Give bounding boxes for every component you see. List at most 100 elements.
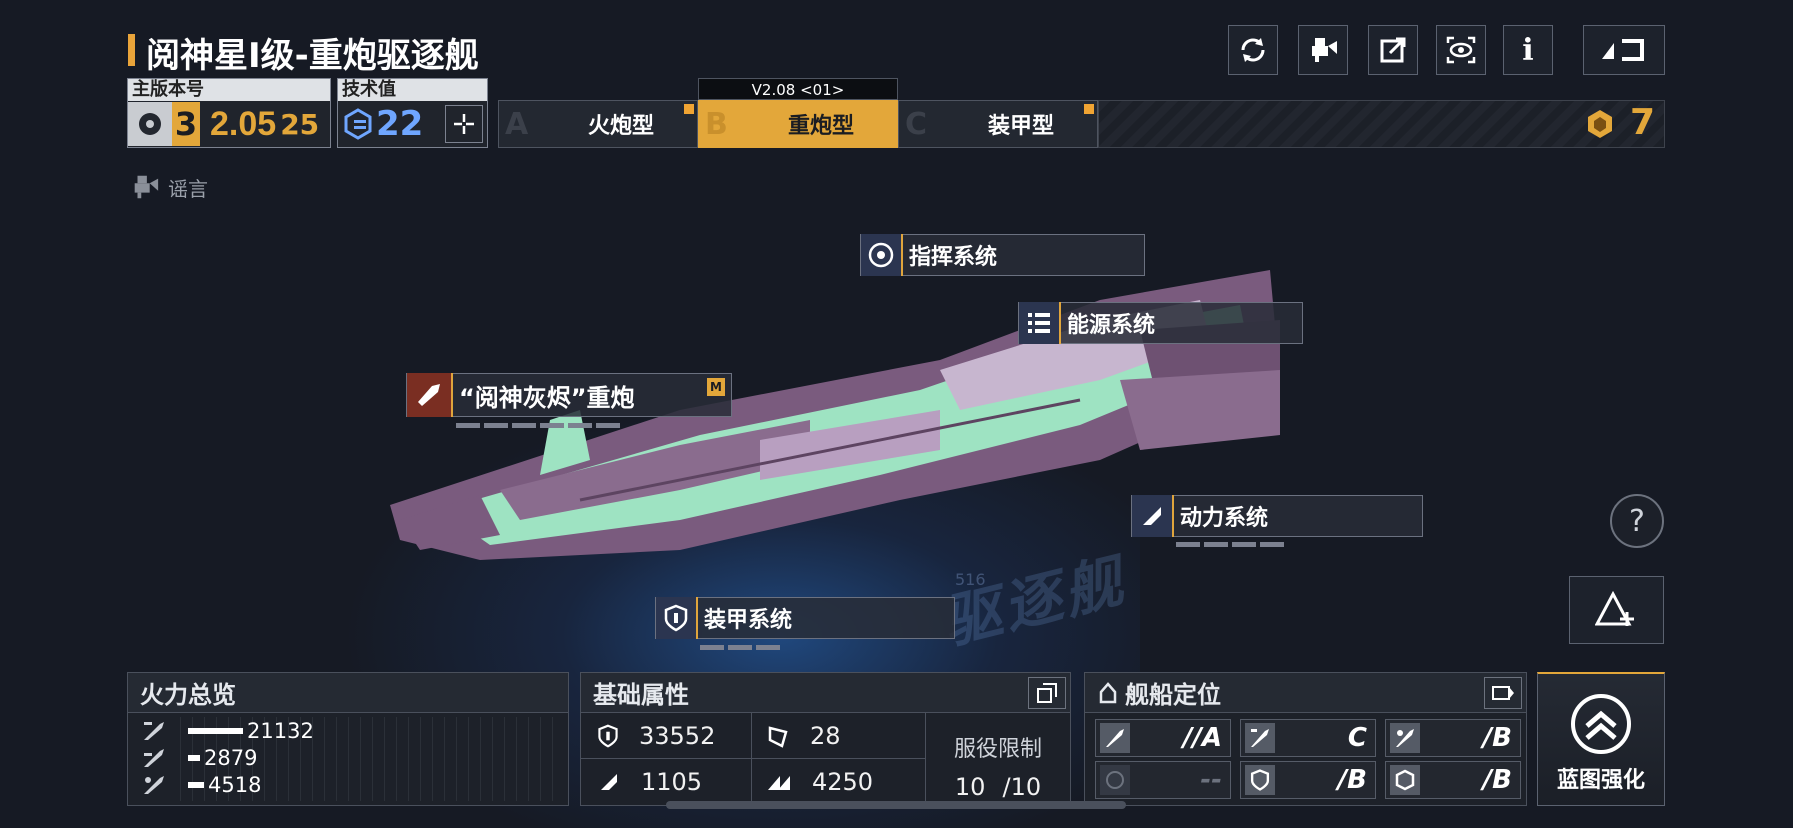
- view-button[interactable]: [1436, 25, 1486, 75]
- base-stats-title: 基础属性: [581, 673, 1070, 713]
- new-marker: [684, 104, 694, 114]
- rumor-link[interactable]: 谣言: [130, 172, 208, 202]
- firepower-row: 2879: [142, 744, 314, 771]
- utility-icon: [1390, 765, 1420, 795]
- firepower-title: 火力总览: [128, 673, 568, 713]
- attack-icon: [1100, 723, 1130, 753]
- rank-up-icon: [1594, 590, 1634, 626]
- ship-position-icon: [1099, 681, 1117, 703]
- rumor-button[interactable]: [1298, 25, 1348, 75]
- version-label: 主版本号: [128, 79, 330, 101]
- position-cell-support[interactable]: /B: [1385, 719, 1521, 757]
- shell-icon: [407, 373, 453, 417]
- position-cell-attack[interactable]: //A: [1095, 719, 1231, 757]
- weapon-system-label: “阅神灰烬”重炮: [459, 383, 635, 412]
- anti-air-icon: [144, 775, 164, 794]
- title-accent: [128, 34, 135, 66]
- new-marker: [1084, 104, 1094, 114]
- version-level: 3: [172, 102, 200, 146]
- version-number: 2.05: [210, 104, 277, 143]
- firepower-bar: [188, 754, 200, 761]
- firepower-rows: 21132 2879 4518: [142, 717, 314, 798]
- command-system-label: 指挥系统: [909, 245, 998, 270]
- armor-icon: [768, 725, 788, 748]
- position-cell-defense[interactable]: /B: [1240, 761, 1376, 799]
- refresh-button[interactable]: [1228, 25, 1278, 75]
- armor-system-button[interactable]: 装甲系统: [655, 597, 955, 639]
- back-icon: [1602, 39, 1644, 61]
- tech-icon: [344, 108, 372, 140]
- position-grade: C: [1347, 723, 1367, 753]
- crosshair-icon: [454, 114, 474, 134]
- position-grade: /B: [1482, 723, 1512, 753]
- defense-icon: [1245, 765, 1275, 795]
- gear-icon: [128, 102, 172, 146]
- energy-shield-icon: [601, 774, 617, 790]
- position-grade: /B: [1337, 765, 1367, 795]
- service-current: 10: [954, 773, 986, 801]
- stats-detail-button[interactable]: [1028, 677, 1066, 709]
- firepower-row: 4518: [142, 771, 314, 798]
- position-cell-assault[interactable]: C: [1240, 719, 1376, 757]
- share-icon: [1380, 37, 1406, 63]
- firepower-panel: 火力总览 21132 2879 4518: [127, 672, 569, 806]
- service-limit: 服役限制 10 /10: [926, 713, 1070, 805]
- command-system-button[interactable]: 指挥系统: [860, 234, 1145, 276]
- back-button[interactable]: [1583, 25, 1665, 75]
- blueprint-upgrade-button[interactable]: 蓝图强化: [1537, 672, 1665, 806]
- energy-system-label: 能源系统: [1067, 313, 1156, 338]
- info-icon: i: [1522, 32, 1534, 68]
- share-button[interactable]: [1368, 25, 1418, 75]
- rumor-icon: [1312, 38, 1337, 62]
- positioning-header: 舰船定位: [1085, 673, 1526, 713]
- info-button[interactable]: i: [1503, 25, 1553, 75]
- position-cell-special[interactable]: --: [1095, 761, 1231, 799]
- armor-system-label: 装甲系统: [704, 608, 793, 633]
- tech-label: 技术值: [338, 79, 487, 101]
- currency-icon: [1584, 108, 1616, 140]
- power-system-label: 动力系统: [1180, 506, 1269, 531]
- weapon-grade-badge: M: [707, 378, 725, 396]
- rumor-icon: [134, 175, 159, 199]
- service-limit-label: 服役限制: [953, 737, 1042, 762]
- scroll-handle[interactable]: [666, 801, 1126, 809]
- variant-version-tag: V2.08 <01>: [698, 78, 898, 100]
- rumor-label: 谣言: [168, 176, 208, 201]
- engine-icon: [1132, 495, 1174, 537]
- copy-icon: [1037, 683, 1057, 703]
- ship-title: 阅神星Ⅰ级-重炮驱逐舰: [146, 36, 479, 76]
- hp-shield-icon: [598, 724, 618, 747]
- position-cell-utility[interactable]: /B: [1385, 761, 1521, 799]
- stat-shield-value: 1105: [641, 768, 703, 796]
- firepower-bar: [188, 727, 243, 734]
- stat-armor-value: 28: [810, 721, 841, 750]
- base-stats-panel: 基础属性 33552 28 1105 4250 服役限制 10 /10: [580, 672, 1071, 806]
- service-max: /10: [1002, 773, 1042, 801]
- help-button[interactable]: ?: [1610, 494, 1664, 548]
- stat-hp: 33552: [581, 713, 752, 759]
- tech-box: 技术值 22: [337, 78, 488, 148]
- position-grade: //A: [1182, 723, 1222, 753]
- version-box: 主版本号 3 2.05 25: [127, 78, 331, 148]
- weapon-system-button[interactable]: “阅神灰烬”重炮 M: [406, 373, 732, 417]
- secondary-gun-icon: [144, 748, 164, 767]
- rank-button[interactable]: [1569, 576, 1664, 644]
- tech-add-button[interactable]: [445, 105, 483, 143]
- tab-variant-a[interactable]: A 火炮型: [498, 100, 698, 148]
- energy-system-button[interactable]: 能源系统: [1018, 302, 1303, 344]
- tag-detail-button[interactable]: [1484, 677, 1522, 709]
- tab-strip-filler: [1098, 100, 1665, 148]
- firepower-value: 21132: [247, 718, 314, 743]
- tab-letter: B: [705, 106, 728, 142]
- firepower-value: 4518: [208, 772, 262, 797]
- command-icon: [861, 234, 903, 276]
- tab-variant-b[interactable]: B 重炮型: [698, 100, 898, 148]
- tech-value: 22: [376, 104, 424, 144]
- question-icon: ?: [1629, 503, 1645, 539]
- weapon-slot-dots: [456, 423, 620, 428]
- assault-icon: [1245, 723, 1275, 753]
- tab-variant-c[interactable]: C 装甲型: [898, 100, 1098, 148]
- firepower-value: 2879: [204, 745, 258, 770]
- power-system-button[interactable]: 动力系统: [1131, 495, 1423, 537]
- eye-icon: [1446, 36, 1476, 64]
